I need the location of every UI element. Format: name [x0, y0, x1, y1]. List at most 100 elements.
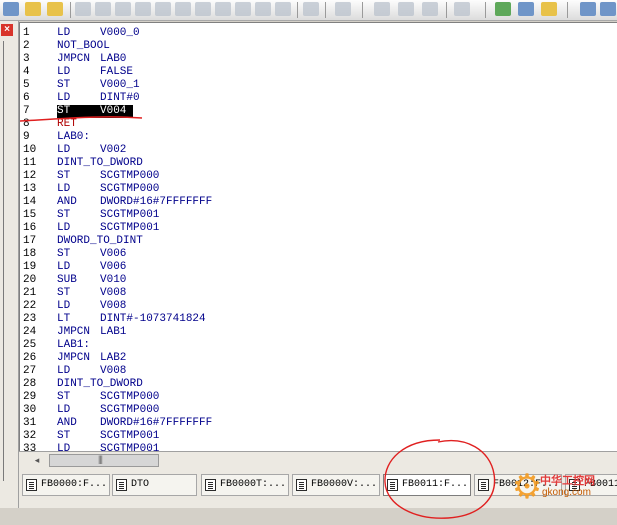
instruction-operand: LAB2: [100, 352, 127, 364]
code-line[interactable]: 14 AND DWORD#16#7FFFFFFF: [20, 196, 617, 209]
instruction-operand: V006: [100, 261, 127, 273]
toolbar-separator: [70, 2, 71, 18]
contact-no-icon[interactable]: [95, 2, 111, 16]
line-number: 26: [23, 352, 37, 364]
line-horizontal-icon[interactable]: [374, 2, 390, 16]
instruction-operand: V008: [100, 300, 127, 312]
instruction-op: ST: [57, 79, 71, 91]
grip-handle-icon: [75, 2, 91, 16]
line-number: 28: [23, 378, 37, 390]
code-line[interactable]: 11 DINT_TO_DWORD: [20, 157, 617, 170]
scroll-left-arrow-icon[interactable]: ◂: [31, 454, 43, 466]
contact-n-icon[interactable]: [155, 2, 171, 16]
document-icon: [296, 479, 307, 491]
branch-close-icon[interactable]: [275, 2, 291, 16]
instruction-operand: DWORD#16#7FFFFFFF: [100, 196, 213, 208]
code-line[interactable]: 26 JMPCN LAB2: [20, 352, 617, 365]
code-line[interactable]: 5 ST V000_1: [20, 79, 617, 92]
network-icon[interactable]: [454, 2, 470, 16]
tab-3[interactable]: FB0000T:...: [201, 474, 289, 496]
contact-p-icon[interactable]: [135, 2, 151, 16]
code-line[interactable]: 8 RET: [20, 118, 617, 131]
horizontal-scrollbar[interactable]: ◂ |||: [19, 451, 617, 468]
code-line[interactable]: 21 ST V008: [20, 287, 617, 300]
toolbar-separator: [362, 2, 363, 18]
coil-icon[interactable]: [175, 2, 191, 16]
tree-line: [3, 41, 4, 481]
code-line[interactable]: 20 SUB V010: [20, 274, 617, 287]
code-line[interactable]: 29 ST SCGTMP000: [20, 391, 617, 404]
gear-icon[interactable]: [47, 2, 63, 16]
code-line[interactable]: 24 JMPCN LAB1: [20, 326, 617, 339]
line-number: 21: [23, 287, 37, 299]
code-line[interactable]: 23 LT DINT#-1073741824: [20, 313, 617, 326]
code-line[interactable]: 2 NOT_BOOL: [20, 40, 617, 53]
code-line[interactable]: 15 ST SCGTMP001: [20, 209, 617, 222]
instruction-op: LD: [57, 183, 71, 195]
instruction-operand: DWORD#16#7FFFFFFF: [100, 417, 213, 429]
compile-icon[interactable]: [495, 2, 511, 16]
scroll-thumb[interactable]: |||: [49, 454, 159, 467]
line-number: 13: [23, 183, 37, 195]
instruction-op: LD: [57, 27, 71, 39]
line-number: 19: [23, 261, 37, 273]
code-line[interactable]: 25 LAB1:: [20, 339, 617, 352]
instruction-op: LD: [57, 222, 71, 234]
close-icon[interactable]: ×: [1, 24, 13, 36]
instruction-operand: SCGTMP000: [100, 404, 160, 416]
tab-2[interactable]: DTO: [112, 474, 197, 496]
code-line[interactable]: 3 JMPCN LAB0: [20, 53, 617, 66]
coil-set-icon[interactable]: [215, 2, 231, 16]
code-line[interactable]: 27 LD V008: [20, 365, 617, 378]
instruction-op: LAB1:: [57, 339, 91, 351]
instruction-op: DINT_TO_DWORD: [57, 157, 143, 169]
branch-icon[interactable]: [255, 2, 271, 16]
line-number: 17: [23, 235, 37, 247]
instruction-operand: SCGTMP000: [100, 391, 160, 403]
settings-icon[interactable]: [541, 2, 557, 16]
code-line[interactable]: 16 LD SCGTMP001: [20, 222, 617, 235]
instruction-op: LT: [57, 313, 71, 325]
instruction-op: ST: [57, 391, 71, 403]
tab-1[interactable]: FB0000:F...: [22, 474, 110, 496]
new-item-icon[interactable]: [25, 2, 41, 16]
il-code-editor[interactable]: 1 LD V000_0 2 NOT_BOOL 3 JMPCN LAB0 4 LD FALSE 5 ST V…: [19, 22, 617, 452]
monitor-icon[interactable]: [518, 2, 534, 16]
code-line[interactable]: 17 DWORD_TO_DINT: [20, 235, 617, 248]
tab-4[interactable]: FB0000V:...: [292, 474, 380, 496]
code-line[interactable]: 28 DINT_TO_DWORD: [20, 378, 617, 391]
code-line[interactable]: 31 AND DWORD#16#7FFFFFFF: [20, 417, 617, 430]
code-line[interactable]: 4 LD FALSE: [20, 66, 617, 79]
download-icon[interactable]: [600, 2, 616, 16]
code-line[interactable]: 32 ST SCGTMP001: [20, 430, 617, 443]
instruction-op: ST: [57, 248, 71, 260]
code-line[interactable]: 30 LD SCGTMP000: [20, 404, 617, 417]
instruction-op: AND: [57, 417, 77, 429]
tab-label: FB0011:F...: [402, 479, 469, 490]
function-block-icon[interactable]: [303, 2, 319, 16]
toolbar-separator: [567, 2, 568, 18]
code-line[interactable]: 1 LD V000_0: [20, 27, 617, 40]
document-icon: [478, 479, 489, 491]
upload-icon[interactable]: [580, 2, 596, 16]
coil-reset-icon[interactable]: [235, 2, 251, 16]
code-line[interactable]: 19 LD V006: [20, 261, 617, 274]
code-line[interactable]: 9 LAB0:: [20, 131, 617, 144]
line-number: 4: [23, 66, 30, 78]
code-line[interactable]: 6 LD DINT#0: [20, 92, 617, 105]
line-vertical-icon[interactable]: [398, 2, 414, 16]
contact-nc-icon[interactable]: [115, 2, 131, 16]
document-icon[interactable]: [3, 2, 19, 16]
code-line[interactable]: 13 LD SCGTMP000: [20, 183, 617, 196]
code-line[interactable]: 18 ST V006: [20, 248, 617, 261]
coil-negated-icon[interactable]: [195, 2, 211, 16]
code-line[interactable]: 7 ST V004: [20, 105, 617, 118]
code-line[interactable]: 10 LD V002: [20, 144, 617, 157]
code-line[interactable]: 12 ST SCGTMP000: [20, 170, 617, 183]
instruction-operand: V000_0: [100, 27, 140, 39]
jump-icon[interactable]: [335, 2, 351, 16]
tab-5[interactable]: FB0011:F...: [383, 474, 471, 496]
document-icon: [116, 479, 127, 491]
code-line[interactable]: 22 LD V008: [20, 300, 617, 313]
comment-icon[interactable]: [422, 2, 438, 16]
